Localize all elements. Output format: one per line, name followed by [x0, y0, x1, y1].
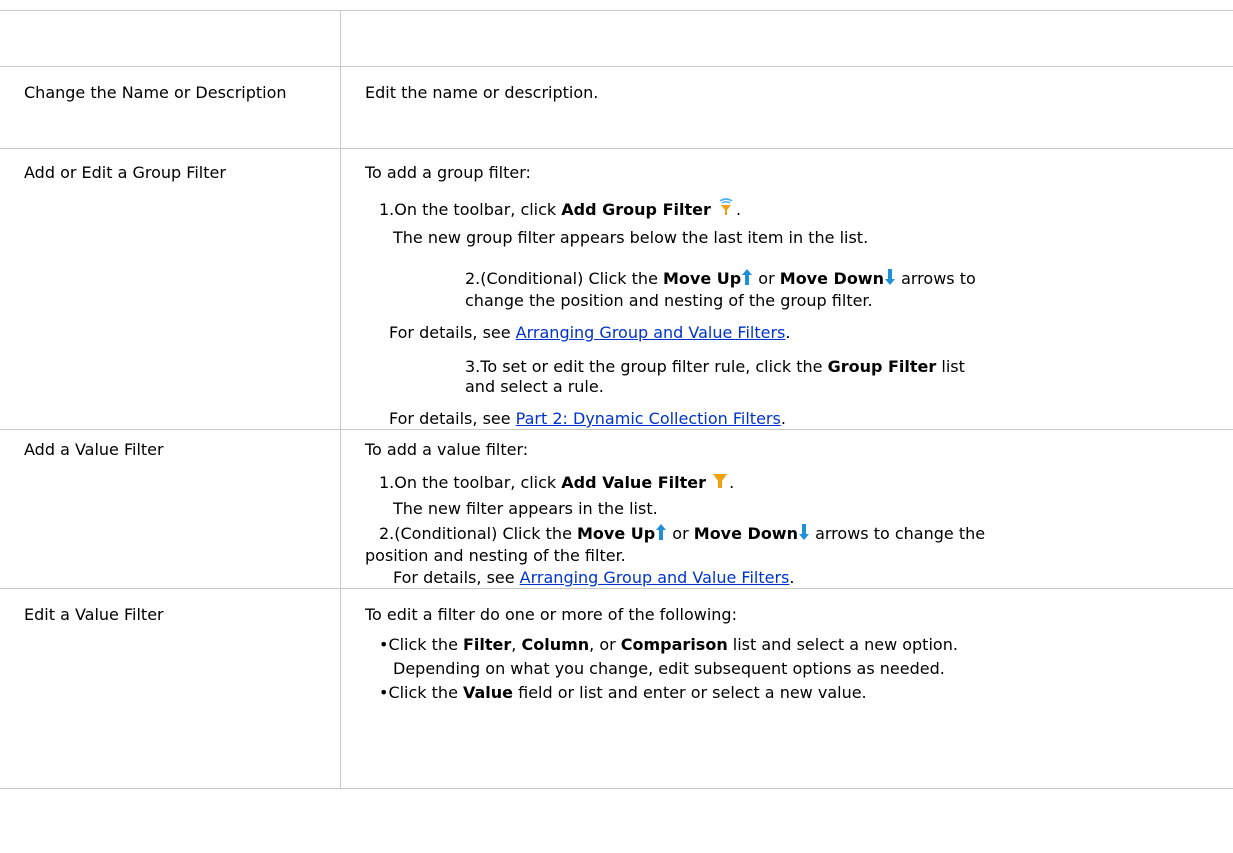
- bullet-1: •Click the Filter, Column, or Comparison…: [379, 635, 958, 654]
- action-cell: Add or Edit a Group Filter: [0, 148, 341, 430]
- description-text: [341, 11, 1233, 25]
- details-line: For details, see Part 2: Dynamic Collect…: [389, 409, 786, 428]
- dynamic-collection-filters-link[interactable]: Part 2: Dynamic Collection Filters: [516, 409, 781, 428]
- description-text: Edit the name or description.: [365, 83, 599, 102]
- description-cell: To add a value filter: 1.On the toolbar,…: [340, 429, 1233, 589]
- step-3: 3.To set or edit the group filter rule, …: [465, 357, 965, 376]
- step-2-line2: change the position and nesting of the g…: [465, 291, 873, 310]
- intro-text: To add a value filter:: [365, 440, 529, 459]
- step-2-line2: position and nesting of the filter.: [365, 546, 626, 565]
- bullet-2: •Click the Value field or list and enter…: [379, 683, 867, 702]
- action-text: Edit a Value Filter: [24, 605, 164, 624]
- arranging-filters-link[interactable]: Arranging Group and Value Filters: [520, 568, 790, 587]
- value-filter-icon: [711, 472, 729, 495]
- arrow-up-icon: [655, 523, 667, 546]
- step-1: 1.On the toolbar, click Add Value Filter…: [365, 472, 1211, 495]
- step-2: 2.(Conditional) Click the Move Up or Mov…: [365, 523, 1211, 546]
- arranging-filters-link[interactable]: Arranging Group and Value Filters: [516, 323, 786, 342]
- action-text: [0, 11, 340, 25]
- table-row: Change the Name or Description Edit the …: [0, 66, 1233, 149]
- step-1-note: The new group filter appears below the l…: [393, 228, 869, 247]
- actions-table: Change the Name or Description Edit the …: [0, 10, 1233, 789]
- action-cell: Edit a Value Filter: [0, 588, 341, 789]
- table-row: Edit a Value Filter To edit a filter do …: [0, 588, 1233, 789]
- table-row: Add or Edit a Group Filter To add a grou…: [0, 148, 1233, 430]
- bullet-1-note: Depending on what you change, edit subse…: [393, 659, 945, 678]
- description-cell: To edit a filter do one or more of the f…: [340, 588, 1233, 789]
- arrow-down-icon: [798, 523, 810, 546]
- action-cell: Add a Value Filter: [0, 429, 341, 589]
- intro-text: To add a group filter:: [365, 163, 531, 182]
- step-2: 2.(Conditional) Click the Move Up or Mov…: [365, 268, 1211, 291]
- details-line: For details, see Arranging Group and Val…: [389, 323, 791, 342]
- step-1-note: The new filter appears in the list.: [393, 499, 658, 518]
- group-filter-icon: [716, 197, 736, 222]
- details-line: For details, see Arranging Group and Val…: [393, 568, 795, 587]
- description-cell: [340, 10, 1233, 67]
- step-3-line2: and select a rule.: [465, 377, 604, 396]
- step-1: 1.On the toolbar, click Add Group Filter…: [365, 197, 1211, 222]
- description-cell: To add a group filter: 1.On the toolbar,…: [340, 148, 1233, 430]
- action-text: Change the Name or Description: [24, 83, 287, 102]
- arrow-down-icon: [884, 268, 896, 291]
- action-text: Add a Value Filter: [24, 440, 164, 459]
- action-cell: [0, 10, 341, 67]
- table-row: Add a Value Filter To add a value filter…: [0, 429, 1233, 589]
- action-text: Add or Edit a Group Filter: [24, 163, 226, 182]
- intro-text: To edit a filter do one or more of the f…: [365, 605, 737, 624]
- action-cell: Change the Name or Description: [0, 66, 341, 149]
- description-cell: Edit the name or description.: [340, 66, 1233, 149]
- arrow-up-icon: [741, 268, 753, 291]
- table-row: [0, 10, 1233, 67]
